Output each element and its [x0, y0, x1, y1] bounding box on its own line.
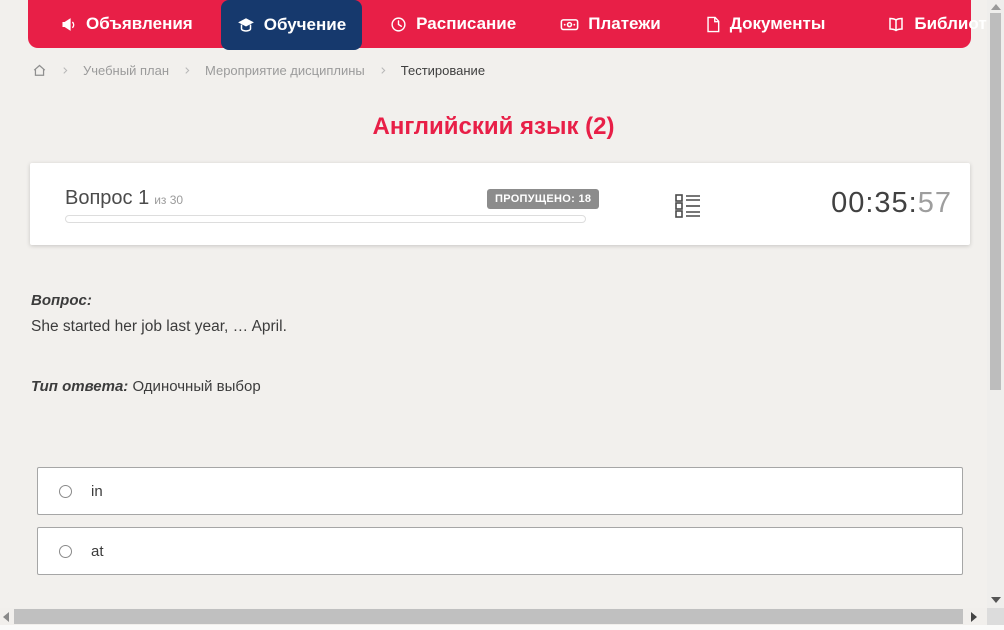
question-progress-bar — [65, 215, 586, 223]
vertical-scrollbar-thumb[interactable] — [990, 13, 1001, 390]
nav-item-library[interactable]: Библиотека — [871, 0, 1004, 48]
scroll-right-arrow-icon[interactable] — [971, 612, 977, 622]
timer-seconds: 57 — [917, 187, 952, 219]
question-number-label: Вопрос 1 — [65, 187, 150, 209]
megaphone-icon — [60, 16, 77, 33]
question-status-card: Вопрос 1 из 30 ПРОПУЩЕНО: 18 00:35:57 — [30, 163, 970, 245]
clock-icon — [390, 16, 407, 33]
answer-type-label: Тип ответа: — [31, 378, 129, 395]
scroll-down-arrow-icon[interactable] — [991, 597, 1001, 603]
bottom-strip — [0, 625, 1004, 630]
document-icon — [705, 16, 721, 33]
nav-item-schedule[interactable]: Расписание — [374, 0, 532, 48]
question-label: Вопрос: — [31, 292, 92, 309]
scroll-left-arrow-icon[interactable] — [3, 612, 9, 622]
top-navbar: Объявления Обучение Расписание Платежи Д… — [28, 0, 1004, 50]
option-label: at — [91, 542, 104, 560]
chevron-right-icon — [182, 65, 192, 76]
nav-item-label: Документы — [729, 14, 826, 33]
breadcrumb: Учебный план Мероприятие дисциплины Тест… — [32, 63, 485, 78]
skipped-badge: ПРОПУЩЕНО: 18 — [487, 189, 600, 209]
nav-item-payments[interactable]: Платежи — [544, 0, 677, 48]
nav-item-documents[interactable]: Документы — [689, 0, 842, 48]
nav-item-label: Объявления — [86, 14, 193, 33]
book-icon — [887, 16, 905, 33]
horizontal-scrollbar-thumb[interactable] — [14, 609, 963, 624]
scrollbar-corner — [987, 608, 1004, 625]
timer-main: 00:35: — [831, 187, 918, 219]
answer-type-value: Одиночный выбор — [132, 378, 261, 395]
radio-button[interactable] — [59, 484, 72, 498]
question-text: She started her job last year, … April. — [31, 318, 287, 335]
vertical-scrollbar[interactable] — [987, 0, 1004, 608]
chevron-right-icon — [60, 65, 70, 76]
nav-item-label: Расписание — [416, 14, 517, 33]
breadcrumb-item-curriculum[interactable]: Учебный план — [83, 63, 169, 78]
scroll-up-arrow-icon[interactable] — [991, 4, 1001, 10]
nav-item-announcements[interactable]: Объявления — [44, 0, 209, 48]
answer-option-in[interactable]: in — [37, 467, 963, 515]
home-icon[interactable] — [32, 63, 47, 78]
graduation-cap-icon — [237, 16, 255, 34]
cash-icon — [560, 16, 579, 33]
list-icon — [675, 194, 701, 222]
option-label: in — [91, 482, 103, 500]
question-list-button[interactable] — [675, 192, 701, 218]
radio-button[interactable] — [59, 544, 72, 558]
page-title: Английский язык (2) — [372, 113, 615, 140]
answer-type: Тип ответа: Одиночный выбор — [31, 378, 261, 395]
horizontal-scrollbar[interactable] — [0, 608, 987, 625]
nav-item-label: Платежи — [588, 14, 661, 33]
chevron-right-icon — [378, 65, 388, 76]
breadcrumb-item-testing: Тестирование — [400, 63, 486, 78]
timer: 00:35:57 — [831, 187, 952, 220]
question-of-total: из 30 — [154, 193, 184, 207]
nav-item-label: Обучение — [263, 15, 347, 34]
question-number: Вопрос 1 из 30 — [65, 187, 183, 210]
nav-item-learning[interactable]: Обучение — [220, 0, 363, 50]
breadcrumb-item-discipline-event[interactable]: Мероприятие дисциплины — [205, 63, 365, 78]
answer-option-at[interactable]: at — [37, 527, 963, 575]
